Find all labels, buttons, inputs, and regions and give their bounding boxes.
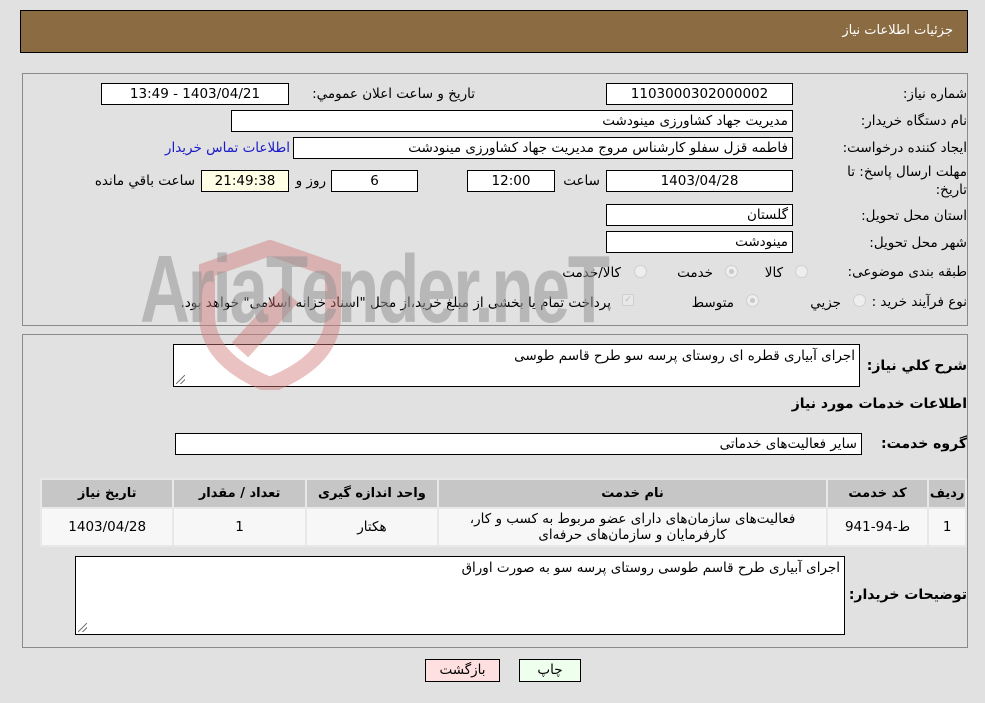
resize-grip-icon[interactable] (78, 623, 87, 632)
table-row: 1 ط-94-941 فعالیت‌های سازمان‌های دارای ع… (39, 507, 967, 547)
purchase-radio-minor[interactable] (853, 294, 866, 307)
category-radio-goods-service[interactable] (634, 265, 647, 278)
cell-date: 1403/04/28 (39, 507, 175, 547)
page-header: جزئیات اطلاعات نیاز (20, 10, 968, 53)
buyer-contact-link[interactable]: اطلاعات تماس خریدار (165, 140, 290, 156)
col-quantity: تعداد / مقدار (172, 478, 307, 509)
treasury-checkbox[interactable]: ✓ (622, 294, 634, 306)
treasury-note: پرداخت تمام یا بخشی از مبلغ خرید،از محل … (180, 295, 611, 311)
col-date: تاریخ نیاز (39, 478, 175, 509)
buyer-notes-textarea[interactable]: اجرای آبیاری طرح قاسم طوسی روستای پرسه س… (75, 556, 845, 635)
deadline-label-2: تاریخ: (935, 182, 967, 198)
deadline-time-field: 12:00 (467, 170, 555, 192)
cell-name-line1: فعالیت‌های سازمان‌های دارای عضو مربوط به… (469, 511, 796, 527)
deadline-date-field: 1403/04/28 (606, 170, 793, 192)
requester-label: ایجاد کننده درخواست: (842, 140, 967, 156)
remaining-time-field: 21:49:38 (201, 170, 289, 192)
category-option-goods: کالا (764, 265, 783, 281)
purchase-option-minor: جزيي (810, 295, 841, 311)
announce-datetime-label: تاریخ و ساعت اعلان عمومي: (312, 86, 475, 102)
cell-code: ط-94-941 (825, 507, 930, 547)
category-option-service: خدمت (677, 265, 713, 281)
cell-unit: هکتار (304, 507, 440, 547)
purchase-type-label: نوع فرآیند خرید : (871, 294, 967, 310)
back-button[interactable]: بازگشت (425, 659, 500, 682)
page-title: جزئیات اطلاعات نیاز (842, 23, 953, 38)
remaining-label: ساعت باقي مانده (94, 173, 195, 189)
summary-label: شرح کلي نياز: (866, 358, 967, 374)
announce-datetime-field: 1403/04/21 - 13:49 (101, 83, 289, 105)
cell-name: فعالیت‌های سازمان‌های دارای عضو مربوط به… (437, 507, 828, 547)
need-number-field: 1103000302000002 (606, 83, 793, 105)
cell-name-line2: کارفرمایان و سازمان‌های حرفه‌ای (538, 527, 727, 543)
city-label: شهر محل تحویل: (869, 235, 967, 251)
services-heading: اطلاعات خدمات مورد نیاز (791, 396, 967, 412)
need-number-label: شماره نیاز: (902, 86, 967, 102)
purchase-radio-medium[interactable] (746, 294, 759, 307)
service-group-label: گروه خدمت: (881, 436, 967, 452)
summary-textarea[interactable]: اجرای آبیاری قطره ای روستای پرسه سو طرح … (173, 344, 860, 387)
summary-text: اجرای آبیاری قطره ای روستای پرسه سو طرح … (514, 348, 855, 364)
purchase-option-medium: متوسط (691, 295, 734, 311)
print-button[interactable]: چاپ (519, 659, 581, 682)
remaining-days-field: 6 (331, 170, 418, 192)
services-table: ردیف کد خدمت نام خدمت واحد اندازه گیری ت… (39, 478, 967, 547)
city-field: مینودشت (606, 231, 793, 253)
service-group-field: سایر فعالیت‌های خدماتی (175, 433, 862, 455)
days-label: روز و (295, 173, 326, 189)
buyer-org-label: نام دستگاه خريدار: (860, 113, 967, 129)
buyer-notes-text: اجرای آبیاری طرح قاسم طوسی روستای پرسه س… (461, 560, 840, 576)
cell-quantity: 1 (172, 507, 307, 547)
province-label: استان محل تحویل: (861, 208, 967, 224)
requester-field: فاطمه قزل سفلو کارشناس مروج مدیریت جهاد … (293, 137, 793, 159)
category-label: طبقه بندی موضوعی: (847, 264, 967, 280)
col-unit: واحد اندازه گیری (304, 478, 440, 509)
resize-grip-icon[interactable] (176, 375, 185, 384)
col-code: کد خدمت (825, 478, 930, 509)
cell-row: 1 (927, 507, 967, 547)
col-row: ردیف (927, 478, 967, 509)
col-name: نام خدمت (437, 478, 828, 509)
category-option-goods-service: کالا/خدمت (562, 265, 621, 281)
category-radio-goods[interactable] (795, 265, 808, 278)
buyer-org-field: مدیریت جهاد کشاورزی مینودشت (231, 110, 793, 132)
province-field: گلستان (606, 204, 793, 226)
deadline-time-label: ساعت (563, 173, 600, 189)
table-header-row: ردیف کد خدمت نام خدمت واحد اندازه گیری ت… (39, 478, 967, 509)
buyer-notes-label: توضیحات خریدار: (848, 587, 967, 603)
deadline-label: مهلت ارسال پاسخ: تا (847, 164, 967, 180)
category-radio-service[interactable] (725, 265, 738, 278)
